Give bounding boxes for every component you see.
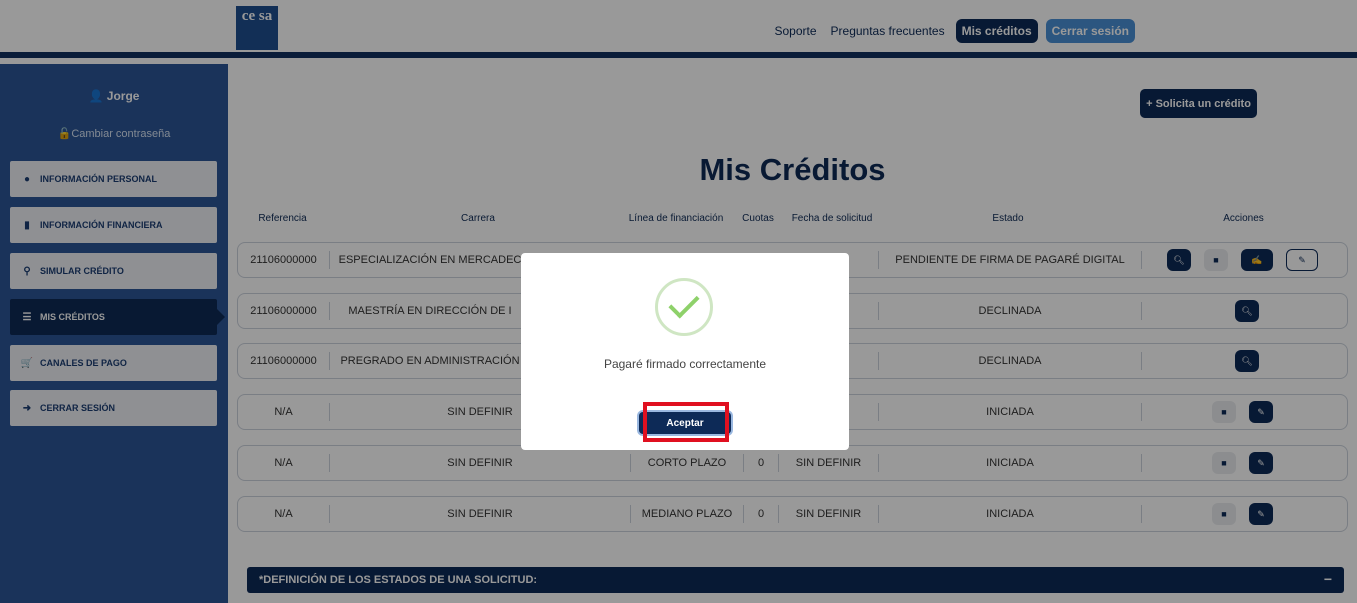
dialog-message: Pagaré firmado correctamente: [603, 357, 767, 371]
success-check-icon: [655, 278, 713, 336]
highlight-box: [643, 402, 729, 442]
